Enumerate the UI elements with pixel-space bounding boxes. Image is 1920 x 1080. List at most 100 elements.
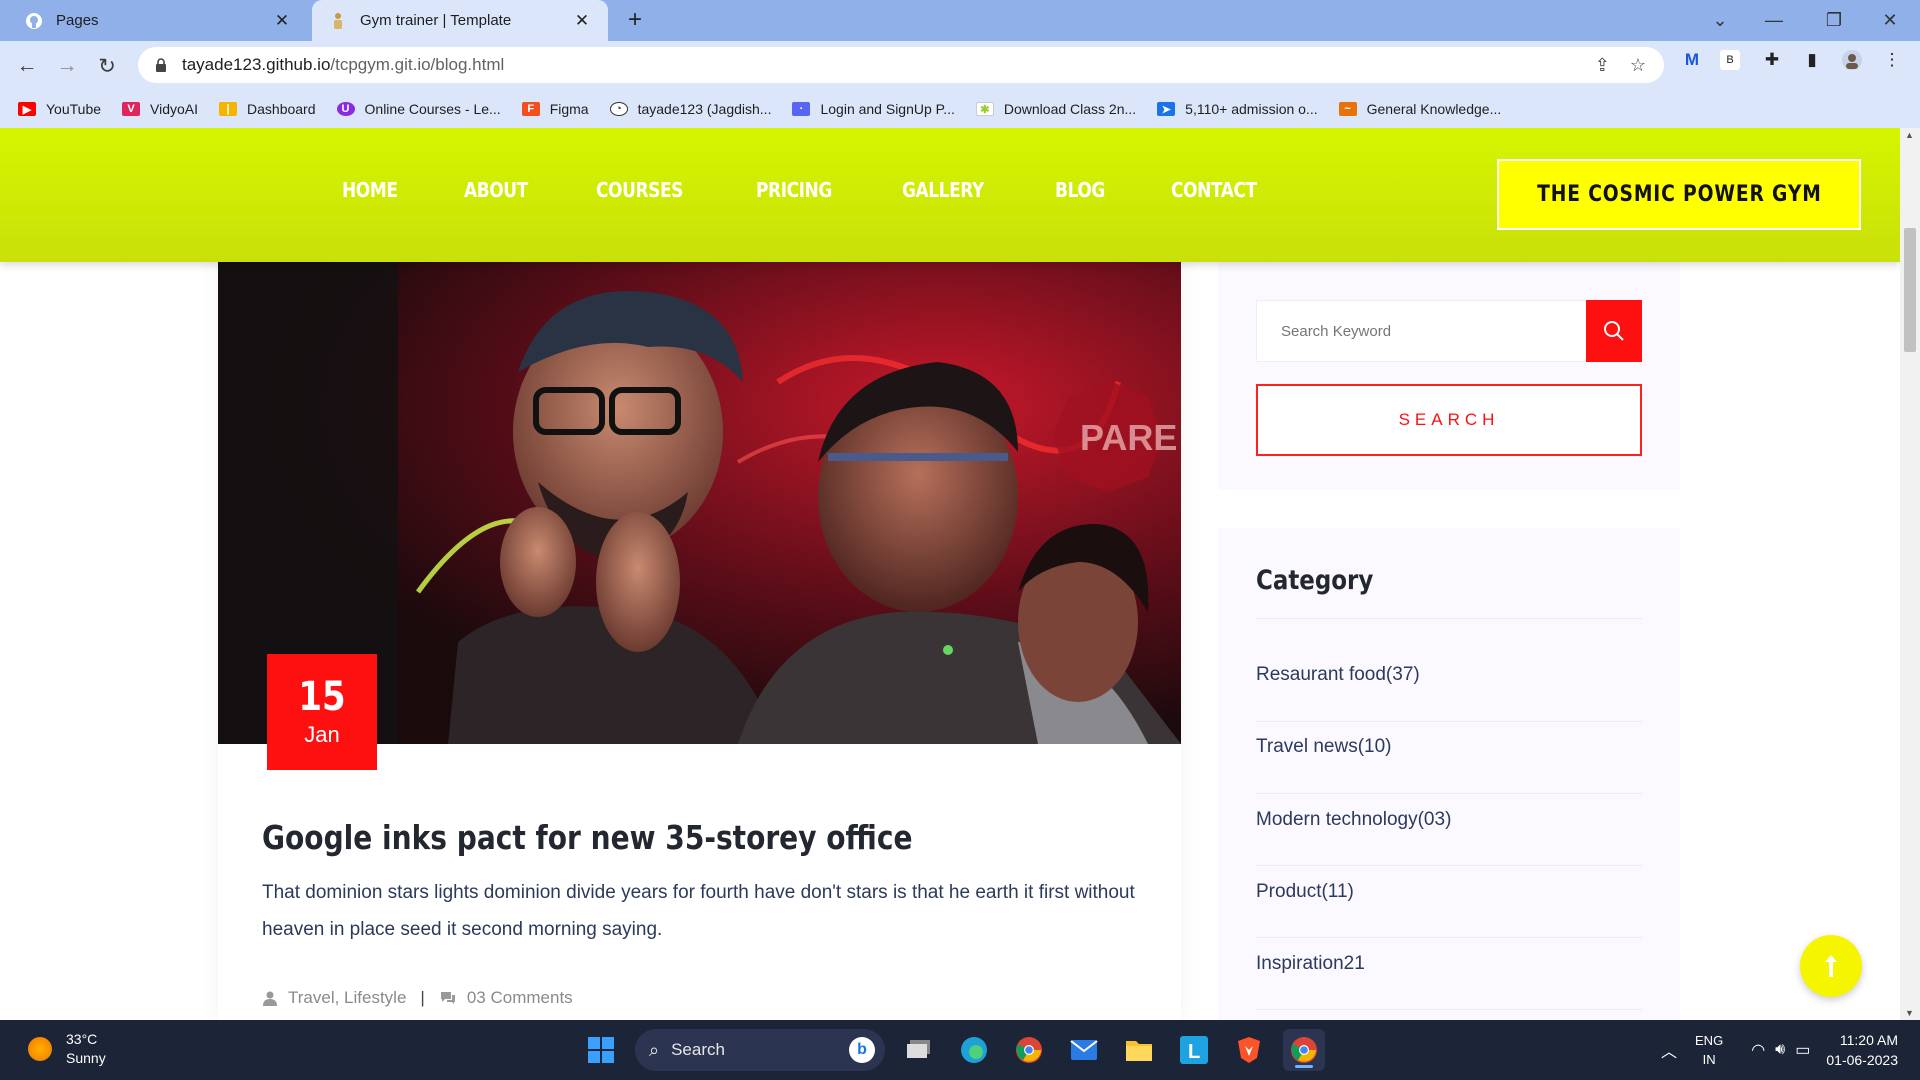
general-knowledge-icon: ~ <box>1338 102 1357 116</box>
profile-avatar[interactable] <box>1840 48 1864 72</box>
extension-b-icon[interactable]: B <box>1720 50 1740 70</box>
nav-home[interactable]: HOME <box>342 178 398 202</box>
new-tab-button[interactable]: + <box>620 6 650 34</box>
comments-icon <box>439 990 457 1006</box>
sun-icon <box>28 1037 52 1061</box>
forward-button[interactable]: → <box>52 51 82 81</box>
bookmark-label: Login and SignUp P... <box>820 101 955 117</box>
scrollbar-thumb[interactable] <box>1904 228 1916 352</box>
mail-icon[interactable] <box>1063 1029 1105 1071</box>
bookmark-label: VidyoAI <box>150 101 199 117</box>
bookmark-label: Figma <box>549 101 589 117</box>
file-explorer-icon[interactable] <box>1118 1029 1160 1071</box>
post-title[interactable]: Google inks pact for new 35-storey offic… <box>262 818 912 857</box>
bookmark-item[interactable]: · Login and SignUp P... <box>792 101 955 117</box>
windows-start-icon[interactable] <box>580 1029 622 1071</box>
chevron-up-icon[interactable]: ︿ <box>1661 1038 1677 1062</box>
bookmark-item[interactable]: ▶ YouTube <box>18 101 101 117</box>
task-view-icon[interactable] <box>898 1029 940 1071</box>
bookmark-star-icon[interactable]: ☆ <box>1630 55 1646 76</box>
bookmarks-bar: ▶ YouTube V VidyoAI | Dashboard U Online Cou… <box>0 90 1920 128</box>
divider <box>1256 793 1642 794</box>
meta-separator: | <box>420 988 425 1007</box>
tab-title: Gym trainer | Template <box>360 12 512 29</box>
tab-gym-trainer[interactable]: Gym trainer | Template ✕ <box>312 0 608 41</box>
wifi-icon[interactable]: ◠ <box>1751 1040 1765 1060</box>
sidebar-category-widget <box>1218 528 1680 1020</box>
address-bar[interactable]: tayade123.github.io/tcpgym.git.io/blog.h… <box>138 47 1664 83</box>
taskbar-apps: ⌕ Search b L <box>580 1029 1338 1071</box>
l-app-icon[interactable]: L <box>1173 1029 1215 1071</box>
search-icon-button[interactable] <box>1586 300 1642 362</box>
dashboard-icon: | <box>219 102 238 116</box>
nav-courses[interactable]: COURSES <box>596 178 683 202</box>
bookmark-item[interactable]: ✱ Download Class 2n... <box>975 101 1136 117</box>
clock[interactable]: 11:20 AM 01-06-2023 <box>1826 1030 1898 1070</box>
minimize-button[interactable]: — <box>1746 0 1802 41</box>
bookmark-item[interactable]: ◔ tayade123 (Jagdish... <box>609 101 771 117</box>
bookmark-item[interactable]: ~ General Knowledge... <box>1338 101 1501 117</box>
bookmark-item[interactable]: F Figma <box>521 101 589 117</box>
extensions-puzzle-icon[interactable]: ✚ <box>1760 48 1784 72</box>
bookmark-item[interactable]: U Online Courses - Le... <box>336 101 501 117</box>
nav-blog[interactable]: BLOG <box>1055 178 1105 202</box>
category-item[interactable]: Travel news(10) <box>1256 736 1392 758</box>
category-item[interactable]: Product(11) <box>1256 881 1354 903</box>
close-tab-icon[interactable]: ✕ <box>572 11 592 31</box>
battery-icon[interactable]: ▭ <box>1795 1040 1810 1060</box>
admission-icon: ➤ <box>1157 102 1176 116</box>
bookmark-item[interactable]: ➤ 5,110+ admission o... <box>1157 101 1318 117</box>
back-to-top-button[interactable] <box>1800 935 1862 997</box>
chrome-icon[interactable] <box>1008 1029 1050 1071</box>
scroll-up-icon[interactable]: ▲ <box>1905 130 1914 140</box>
nav-pricing[interactable]: PRICING <box>756 178 832 202</box>
close-window-button[interactable]: ✕ <box>1862 0 1918 41</box>
page-scrollbar[interactable]: ▲ ▼ <box>1900 128 1920 1020</box>
scroll-down-icon[interactable]: ▼ <box>1905 1008 1914 1018</box>
bookmark-item[interactable]: V VidyoAI <box>122 101 198 117</box>
download-class-icon: ✱ <box>975 102 994 116</box>
nav-gallery[interactable]: GALLERY <box>902 178 984 202</box>
brave-icon[interactable] <box>1228 1029 1270 1071</box>
browser-toolbar: ← → ↻ tayade123.github.io/tcpgym.git.io/… <box>0 41 1920 90</box>
browser-tab-strip: Pages ✕ Gym trainer | Template ✕ + ⌄ — ❐… <box>0 0 1920 41</box>
restore-button[interactable]: ❐ <box>1806 0 1862 41</box>
edge-icon[interactable] <box>953 1029 995 1071</box>
extension-m-icon[interactable]: M <box>1680 48 1704 72</box>
nav-contact[interactable]: CONTACT <box>1171 178 1257 202</box>
weather-widget[interactable]: 33°C Sunny <box>28 1030 106 1068</box>
menu-kebab-icon[interactable]: ⋮ <box>1880 48 1904 72</box>
brand-button[interactable]: THE COSMIC POWER GYM <box>1497 159 1861 230</box>
search-input[interactable] <box>1257 301 1586 361</box>
tab-pages[interactable]: Pages ✕ <box>8 0 308 41</box>
volume-icon[interactable]: 🔊︎ <box>1775 1041 1785 1059</box>
bookmark-label: Dashboard <box>247 101 316 117</box>
tab-title: Pages <box>56 12 99 29</box>
category-item[interactable]: Resaurant food(37) <box>1256 664 1420 686</box>
nav-about[interactable]: ABOUT <box>464 178 528 202</box>
share-icon[interactable]: ⇪ <box>1595 55 1610 76</box>
chrome-active-icon[interactable] <box>1283 1029 1325 1071</box>
url-path: /tcpgym.git.io/blog.html <box>330 55 505 74</box>
reload-button[interactable]: ↻ <box>92 51 122 81</box>
divider <box>1256 865 1642 866</box>
category-item[interactable]: Modern technology(03) <box>1256 809 1451 831</box>
vidyoai-icon: V <box>122 102 141 116</box>
bing-icon[interactable]: b <box>849 1037 875 1063</box>
main-nav: HOME ABOUT COURSES PRICING GALLERY BLOG … <box>342 178 1329 202</box>
post-comments[interactable]: 03 Comments <box>467 988 573 1008</box>
bookmark-item[interactable]: | Dashboard <box>219 101 316 117</box>
side-panel-icon[interactable]: ▮ <box>1800 48 1824 72</box>
post-tags[interactable]: Travel, Lifestyle <box>288 988 406 1008</box>
search-button[interactable]: SEARCH <box>1256 384 1642 456</box>
category-item[interactable]: Inspiration21 <box>1256 953 1365 975</box>
back-button[interactable]: ← <box>12 51 42 81</box>
tab-search-chevron-icon[interactable]: ⌄ <box>1692 0 1748 41</box>
language-indicator[interactable]: ENG IN <box>1695 1031 1723 1069</box>
post-month: Jan <box>304 722 340 747</box>
post-meta: Travel, Lifestyle | 03 Comments <box>262 988 573 1008</box>
close-tab-icon[interactable]: ✕ <box>272 11 292 31</box>
lock-icon[interactable] <box>152 58 170 72</box>
divider <box>1256 721 1642 722</box>
taskbar-search[interactable]: ⌕ Search b <box>635 1029 885 1071</box>
